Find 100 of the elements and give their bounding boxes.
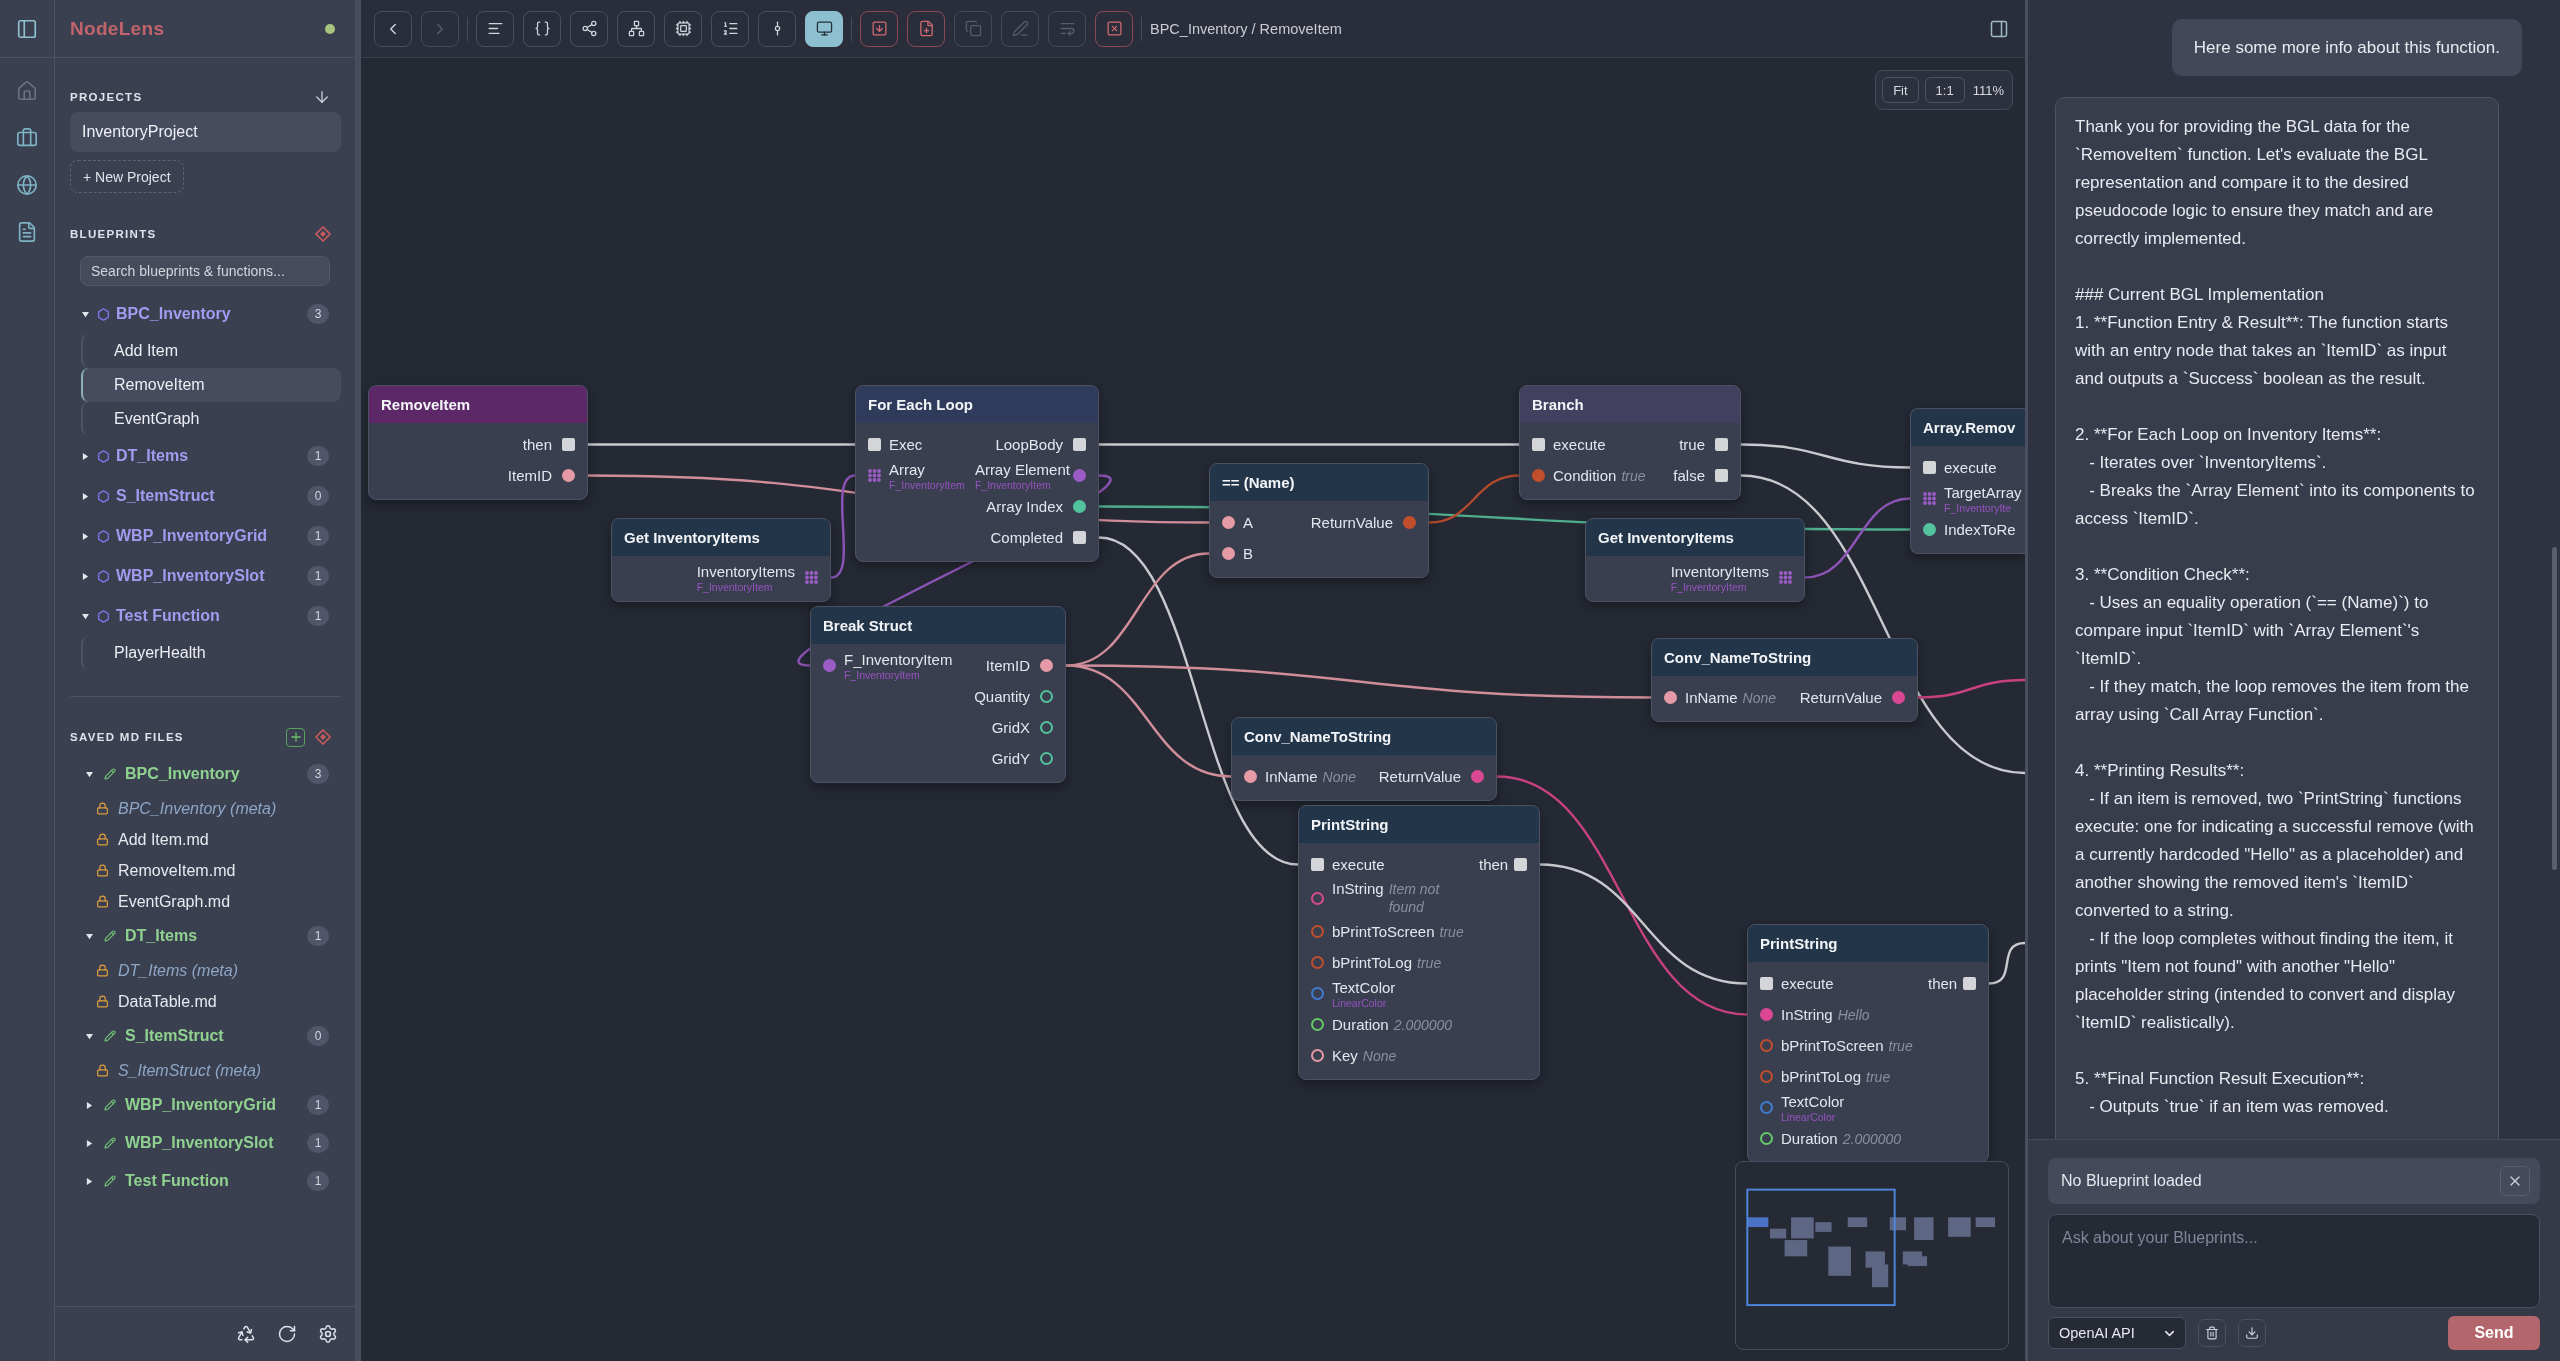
pin-dot-icon[interactable]	[1222, 516, 1235, 529]
exec-pin-icon[interactable]	[1073, 531, 1086, 544]
caret-icon[interactable]	[82, 452, 89, 460]
caret-icon[interactable]	[82, 310, 89, 318]
file-item[interactable]: S_ItemStruct (meta)	[118, 1061, 262, 1080]
pin-dot-icon[interactable]	[1403, 516, 1416, 529]
caret-icon[interactable]	[86, 1101, 93, 1109]
file-item[interactable]: Add Item.md	[118, 830, 209, 849]
toolbar-button[interactable]	[476, 10, 514, 47]
recycle-icon[interactable]	[236, 1324, 256, 1344]
file-item[interactable]: RemoveItem.md	[118, 861, 236, 880]
toolbar-button[interactable]	[711, 10, 749, 47]
exec-pin-icon[interactable]	[1715, 438, 1728, 451]
tree-item[interactable]: PlayerHealth	[81, 636, 341, 670]
exec-pin-icon[interactable]	[868, 438, 881, 451]
pin-ring-icon[interactable]	[1040, 721, 1053, 734]
file-item[interactable]: BPC_Inventory (meta)	[118, 799, 277, 818]
pin-ring-icon[interactable]	[1760, 1070, 1773, 1083]
pin-dot-icon[interactable]	[1471, 770, 1484, 783]
pin-dot-icon[interactable]	[1923, 523, 1936, 536]
document-icon[interactable]	[16, 221, 38, 243]
pin-ring-icon[interactable]	[1311, 1049, 1324, 1062]
add-button[interactable]	[286, 727, 305, 747]
tree-item[interactable]: WBP_InventorySlot	[116, 567, 265, 585]
provider-select[interactable]: OpenAI API	[2048, 1317, 2186, 1349]
grid-pin-icon[interactable]	[1923, 492, 1936, 505]
caret-icon[interactable]	[86, 1177, 93, 1185]
tree-item[interactable]: DT_Items	[116, 447, 189, 465]
file-item[interactable]: EventGraph.md	[118, 892, 231, 911]
toolbar-button[interactable]	[523, 10, 561, 47]
scrollbar-thumb[interactable]	[2552, 547, 2557, 870]
file-item[interactable]: DT_Items (meta)	[118, 961, 238, 980]
pin-ring-icon[interactable]	[1311, 956, 1324, 969]
pin-ring-icon[interactable]	[1040, 690, 1053, 703]
pin-dot-icon[interactable]	[823, 659, 836, 672]
toolbar-button[interactable]	[805, 10, 843, 47]
diamond-icon[interactable]	[315, 729, 331, 745]
toolbar-button[interactable]	[570, 10, 608, 47]
caret-icon[interactable]	[82, 572, 89, 580]
exec-pin-icon[interactable]	[1963, 977, 1976, 990]
pin-dot-icon[interactable]	[1073, 500, 1086, 513]
pin-ring-icon[interactable]	[1040, 752, 1053, 765]
caret-icon[interactable]	[86, 1139, 93, 1147]
file-item[interactable]: DataTable.md	[118, 992, 217, 1011]
download-button[interactable]	[2238, 1319, 2266, 1347]
new-project-button[interactable]: + New Project	[70, 160, 184, 193]
caret-icon[interactable]	[86, 770, 93, 778]
pin-ring-icon[interactable]	[1311, 925, 1324, 938]
caret-icon[interactable]	[82, 532, 89, 540]
caret-icon[interactable]	[82, 492, 89, 500]
fit-button[interactable]: Fit	[1882, 77, 1919, 103]
pin-dot-icon[interactable]	[1244, 770, 1257, 783]
tree-item[interactable]: WBP_InventoryGrid	[125, 1096, 277, 1114]
exec-pin-icon[interactable]	[1532, 438, 1545, 451]
pin-ring-icon[interactable]	[1760, 1132, 1773, 1145]
pin-dot-icon[interactable]	[1532, 469, 1545, 482]
project-item[interactable]: InventoryProject	[70, 112, 341, 152]
grid-pin-icon[interactable]	[805, 571, 818, 584]
refresh-icon[interactable]	[277, 1324, 297, 1344]
tree-item[interactable]: WBP_InventoryGrid	[116, 527, 268, 545]
pin-dot-icon[interactable]	[1760, 1008, 1773, 1021]
tree-item[interactable]: Test Function	[125, 1172, 229, 1190]
briefcase-icon[interactable]	[16, 127, 38, 149]
pin-dot-icon[interactable]	[1892, 691, 1905, 704]
grid-pin-icon[interactable]	[1779, 571, 1792, 584]
pin-dot-icon[interactable]	[1222, 547, 1235, 560]
panel-icon[interactable]	[1989, 18, 2009, 39]
delete-button[interactable]	[2198, 1319, 2226, 1347]
pin-ring-icon[interactable]	[1760, 1039, 1773, 1052]
pin-dot-icon[interactable]	[1040, 659, 1053, 672]
pin-ring-icon[interactable]	[1311, 1018, 1324, 1031]
globe-icon[interactable]	[16, 174, 38, 196]
exec-pin-icon[interactable]	[562, 438, 575, 451]
tree-item[interactable]: BPC_Inventory	[125, 765, 240, 783]
exec-pin-icon[interactable]	[1715, 469, 1728, 482]
exec-pin-icon[interactable]	[1760, 977, 1773, 990]
actual-size-button[interactable]: 1:1	[1924, 77, 1965, 103]
chat-input[interactable]: Ask about your Blueprints...	[2048, 1214, 2540, 1308]
pin-dot-icon[interactable]	[562, 469, 575, 482]
close-button[interactable]	[2500, 1166, 2530, 1196]
pin-ring-icon[interactable]	[1311, 987, 1324, 1000]
tree-item[interactable]: RemoveItem	[81, 368, 341, 402]
exec-pin-icon[interactable]	[1311, 858, 1324, 871]
panel-icon[interactable]	[16, 17, 38, 40]
pin-dot-icon[interactable]	[1664, 691, 1677, 704]
toolbar-button[interactable]	[664, 10, 702, 47]
grid-pin-icon[interactable]	[868, 469, 881, 482]
pin-ring-icon[interactable]	[1311, 891, 1324, 905]
search-field[interactable]: Search blueprints & functions...	[80, 256, 330, 286]
diamond-icon[interactable]	[315, 226, 331, 242]
exec-pin-icon[interactable]	[1923, 461, 1936, 474]
send-button[interactable]: Send	[2448, 1316, 2540, 1350]
tree-item[interactable]: S_ItemStruct	[125, 1027, 224, 1045]
tree-item[interactable]: S_ItemStruct	[116, 487, 215, 505]
exec-pin-icon[interactable]	[1514, 858, 1527, 871]
caret-icon[interactable]	[82, 612, 89, 620]
tree-item[interactable]: WBP_InventorySlot	[125, 1134, 274, 1152]
tree-item[interactable]: BPC_Inventory	[116, 305, 231, 323]
tree-item[interactable]: DT_Items	[125, 927, 198, 945]
toolbar-button[interactable]	[907, 10, 945, 47]
